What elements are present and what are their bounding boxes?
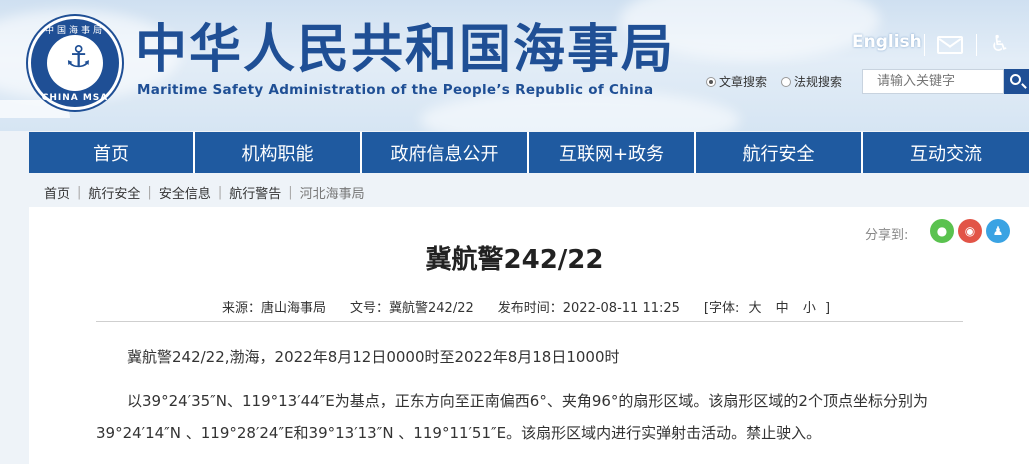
article-paragraph: 以39°24′35″N、119°13′44″E为基点，正东方向至正南偏西6°、夹… <box>127 392 928 410</box>
font-size-small[interactable]: 小 <box>803 301 816 316</box>
font-size-switcher: [字体: 大 中 小 ] <box>703 301 831 316</box>
msa-logo[interactable]: 中国海事局 ⚓ CHINA MSA <box>28 16 122 110</box>
site-title-en: Maritime Safety Administration of the Pe… <box>137 82 654 98</box>
breadcrumb-hebei-msa[interactable]: 河北海事局 <box>300 183 365 202</box>
nav-item-nav-safety[interactable]: 航行安全 <box>696 132 863 173</box>
site-title-cn: 中华人民共和国海事局 <box>135 20 676 80</box>
search-input[interactable] <box>862 69 1004 94</box>
breadcrumb: 首页 | 航行安全 | 安全信息 | 航行警告 | 河北海事局 <box>44 183 365 202</box>
article-paragraph: 冀航警242/22,渤海，2022年8月12日0000时至2022年8月18日1… <box>127 348 620 366</box>
article-paragraph: 39°24′14″N 、119°28′24″E和39°13′13″N 、119°… <box>96 424 822 442</box>
breadcrumb-safety-info[interactable]: 安全信息 <box>159 183 211 202</box>
nav-item-home[interactable]: 首页 <box>29 132 195 173</box>
article-doc-no: 文号：冀航警242/22 <box>350 301 474 316</box>
accessibility-icon[interactable]: ♿ <box>990 32 1010 57</box>
english-link[interactable]: English <box>852 32 922 52</box>
search-type-options: 文章搜索 法规搜索 <box>706 73 842 90</box>
article-meta: 来源：唐山海事局 文号：冀航警242/22 发布时间：2022-08-11 11… <box>222 297 830 316</box>
nav-item-interaction[interactable]: 互动交流 <box>863 132 1029 173</box>
search-icon <box>1010 74 1021 85</box>
anchor-icon: ⚓ <box>65 40 92 75</box>
font-size-medium[interactable]: 中 <box>776 301 789 316</box>
article-source: 来源：唐山海事局 <box>222 301 327 316</box>
search-option-articles[interactable]: 文章搜索 <box>706 73 767 90</box>
radio-selected-icon[interactable] <box>706 76 716 87</box>
breadcrumb-nav-warnings[interactable]: 航行警告 <box>229 183 281 202</box>
nav-item-gov-info[interactable]: 政府信息公开 <box>362 132 529 173</box>
font-size-large[interactable]: 大 <box>749 301 762 316</box>
article-title: 冀航警242/22 <box>425 245 604 275</box>
main-nav: 首页 机构职能 政府信息公开 互联网+政务 航行安全 互动交流 <box>29 132 1029 173</box>
search-button[interactable] <box>1004 69 1029 94</box>
mail-icon[interactable] <box>937 36 963 54</box>
breadcrumb-home[interactable]: 首页 <box>44 183 70 202</box>
article-published: 发布时间：2022-08-11 11:25 <box>497 301 680 316</box>
logo-en-text: CHINA MSA <box>41 93 109 103</box>
nav-item-functions[interactable]: 机构职能 <box>195 132 362 173</box>
breadcrumb-nav-safety[interactable]: 航行安全 <box>88 183 140 202</box>
title-divider <box>96 321 963 322</box>
radio-unselected-icon[interactable] <box>781 76 792 87</box>
search-option-regulations[interactable]: 法规搜索 <box>781 73 842 90</box>
nav-item-internet-gov[interactable]: 互联网+政务 <box>529 132 696 173</box>
